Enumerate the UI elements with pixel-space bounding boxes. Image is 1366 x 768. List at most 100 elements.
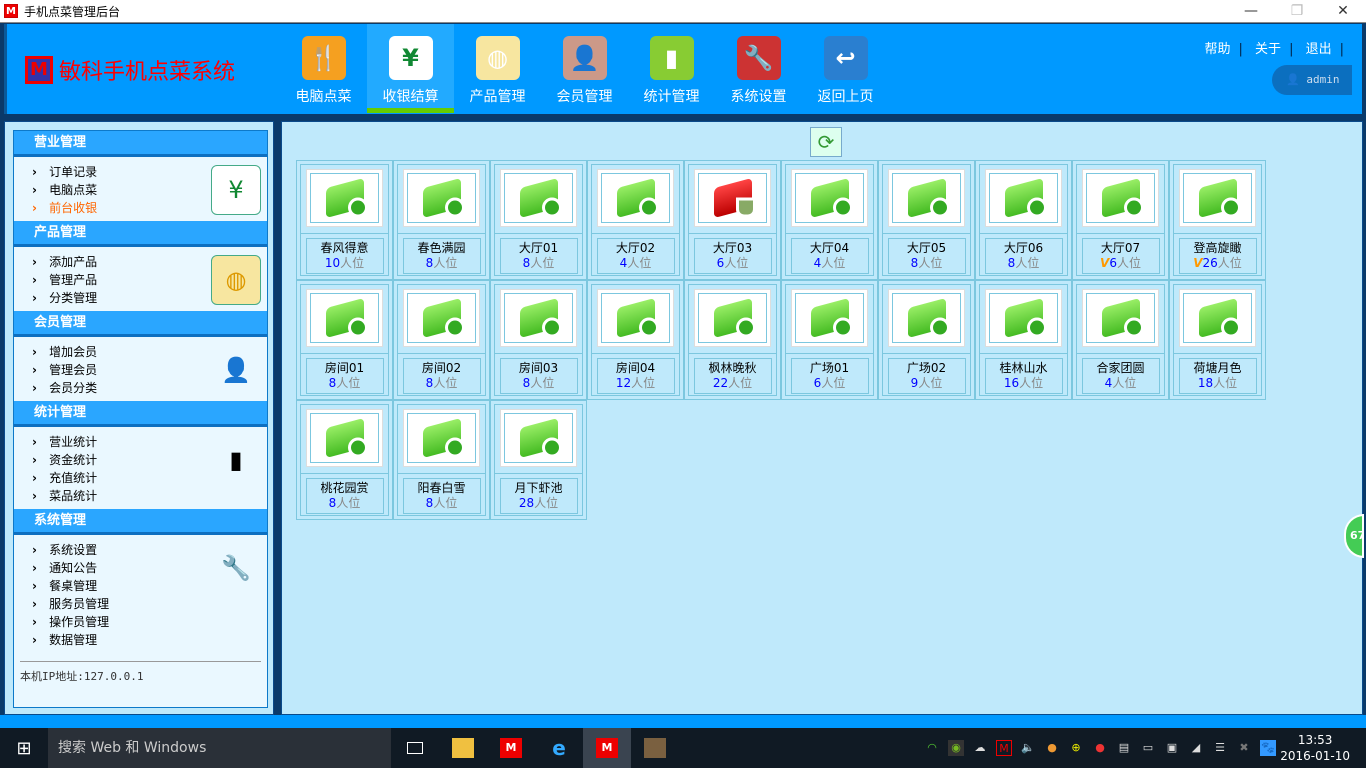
photo-app-icon[interactable] [631, 728, 679, 768]
table-card[interactable]: 大厅06 8人位 [975, 160, 1072, 280]
table-name: 合家团圆 [1096, 361, 1145, 375]
seat-unit: 人位 [534, 496, 559, 510]
logo-icon: M [25, 56, 53, 84]
sidebar-section: 增加会员管理会员会员分类👤 [14, 337, 267, 401]
table-card[interactable]: 房间03 8人位 [490, 280, 587, 400]
table-card[interactable]: 登高旋瞰 V26人位 [1169, 160, 1266, 280]
table-card[interactable]: 春色满园 8人位 [393, 160, 490, 280]
bar-chart-icon: ▮ [229, 446, 243, 474]
security-plus-icon[interactable]: ⊕ [1068, 740, 1084, 756]
sidebar-item[interactable]: 数据管理 [32, 631, 267, 649]
table-card[interactable]: 大厅05 8人位 [878, 160, 975, 280]
free-table-icon [325, 177, 368, 219]
table-card[interactable]: 广场01 6人位 [781, 280, 878, 400]
qq-icon[interactable]: ● [1044, 740, 1060, 756]
tools-icon: 🔧 [221, 554, 251, 582]
ie-icon[interactable]: e [535, 728, 583, 768]
battery-icon[interactable]: ▭ [1140, 740, 1156, 756]
cashier-hand-icon: ¥ [388, 36, 433, 80]
side-float-badge[interactable]: 67 [1344, 514, 1364, 558]
sidebar-section-title[interactable]: 系统管理 [14, 509, 267, 535]
table-card[interactable]: 荷塘月色 18人位 [1169, 280, 1266, 400]
table-name: 枫林晚秋 [708, 361, 757, 375]
table-grid: 春风得意 10人位 春色满园 8人位 大厅01 8人位 大厅02 4人位 大厅0… [296, 160, 1360, 520]
table-card[interactable]: 桂林山水 16人位 [975, 280, 1072, 400]
free-table-icon [907, 297, 950, 339]
free-table-icon [422, 177, 465, 219]
sidebar: 营业管理订单记录电脑点菜前台收银¥产品管理添加产品管理产品分类管理◍会员管理增加… [4, 121, 274, 715]
signal-icon[interactable]: ◢ [1188, 740, 1204, 756]
nav-item-5[interactable]: 🔧 系统设置 [715, 24, 802, 113]
table-card[interactable]: 房间01 8人位 [296, 280, 393, 400]
file-explorer-icon[interactable] [439, 728, 487, 768]
nav-item-3[interactable]: 👤 会员管理 [541, 24, 628, 113]
user-icon: 👤 [1286, 73, 1300, 86]
table-name: 大厅05 [906, 241, 947, 255]
table-card[interactable]: 大厅03 6人位 [684, 160, 781, 280]
table-card[interactable]: 月下虾池 28人位 [490, 400, 587, 520]
table-card[interactable]: 房间04 12人位 [587, 280, 684, 400]
clock-date: 2016-01-10 [1280, 749, 1350, 763]
seat-unit: 人位 [1217, 256, 1242, 270]
table-card[interactable]: 大厅02 4人位 [587, 160, 684, 280]
network-icon[interactable]: ▣ [1164, 740, 1180, 756]
baidu-icon[interactable]: 🐾 [1260, 740, 1276, 756]
keyboard-icon[interactable]: ▤ [1116, 740, 1132, 756]
task-view-icon[interactable] [391, 728, 439, 768]
free-table-icon [325, 297, 368, 339]
minimize-button[interactable]: — [1228, 0, 1274, 22]
sidebar-section-title[interactable]: 产品管理 [14, 221, 267, 247]
table-card[interactable]: 广场02 9人位 [878, 280, 975, 400]
table-card[interactable]: 春风得意 10人位 [296, 160, 393, 280]
table-card[interactable]: 阳春白雪 8人位 [393, 400, 490, 520]
sidebar-section-title[interactable]: 会员管理 [14, 311, 267, 337]
app-logo: M 敏科手机点菜系统 [25, 54, 235, 86]
table-name: 春风得意 [320, 241, 369, 255]
red-app-icon[interactable]: ● [1092, 740, 1108, 756]
about-link[interactable]: 关于 [1255, 42, 1281, 57]
clock[interactable]: 13:53 2016-01-10 [1280, 732, 1350, 764]
sidebar-item[interactable]: 服务员管理 [32, 595, 267, 613]
sidebar-item[interactable]: 操作员管理 [32, 613, 267, 631]
sidebar-section-title[interactable]: 统计管理 [14, 401, 267, 427]
app-m-active-icon[interactable]: M [583, 728, 631, 768]
windows-start-icon[interactable]: ⊞ [0, 738, 48, 759]
app-m-icon[interactable]: M [487, 728, 535, 768]
table-card[interactable]: 大厅04 4人位 [781, 160, 878, 280]
volume-icon[interactable]: 🔈 [1020, 740, 1036, 756]
seat-count: 18 [1197, 376, 1214, 390]
nvidia-icon[interactable]: ◉ [948, 740, 964, 756]
nav-item-0[interactable]: 🍴 电脑点菜 [280, 24, 367, 113]
seat-unit: 人位 [627, 256, 652, 270]
wifi-icon[interactable]: ◠ [924, 740, 940, 756]
menu-plate-icon: 🍴 [301, 36, 346, 80]
sidebar-item[interactable]: 菜品统计 [32, 487, 267, 505]
maximize-button[interactable]: ❐ [1274, 0, 1320, 22]
close-button[interactable]: ✕ [1320, 0, 1366, 22]
table-card[interactable]: 合家团圆 4人位 [1072, 280, 1169, 400]
close-circle-icon[interactable]: ✖ [1236, 740, 1252, 756]
help-link[interactable]: 帮助 [1205, 42, 1231, 57]
table-card[interactable]: 大厅01 8人位 [490, 160, 587, 280]
nav-item-1[interactable]: ¥ 收银结算 [367, 24, 454, 113]
user-badge[interactable]: 👤 admin [1272, 65, 1352, 95]
table-card[interactable]: 房间02 8人位 [393, 280, 490, 400]
logout-link[interactable]: 退出 [1306, 42, 1332, 57]
nav-item-6[interactable]: ↩ 返回上页 [802, 24, 889, 113]
taskbar-search[interactable]: 搜索 Web 和 Windows [48, 728, 391, 768]
table-name: 登高旋瞰 [1193, 241, 1242, 255]
table-card[interactable]: 桃花园赏 8人位 [296, 400, 393, 520]
app-m-tray-icon[interactable]: M [996, 740, 1012, 756]
nav-item-4[interactable]: ▮ 统计管理 [628, 24, 715, 113]
refresh-button[interactable]: ⟳ [810, 127, 842, 157]
cloud-icon[interactable]: ☁ [972, 740, 988, 756]
vip-icon: V [1193, 256, 1203, 270]
notification-icon[interactable]: ☰ [1212, 740, 1228, 756]
table-name: 月下虾池 [514, 481, 563, 495]
table-card[interactable]: 枫林晚秋 22人位 [684, 280, 781, 400]
dumpling-basket-icon: ◍ [211, 255, 261, 305]
table-card[interactable]: 大厅07 V6人位 [1072, 160, 1169, 280]
nav-item-2[interactable]: ◍ 产品管理 [454, 24, 541, 113]
sidebar-section-title[interactable]: 营业管理 [14, 131, 267, 157]
table-name: 大厅07 [1100, 241, 1141, 255]
